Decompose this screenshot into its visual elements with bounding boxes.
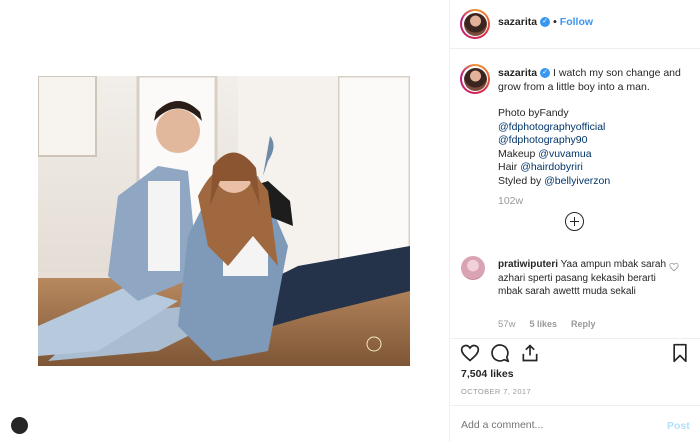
comment-body: pratiwiputeri Yaa ampun mbak sarah azhar… <box>498 258 678 299</box>
plus-circle-icon[interactable] <box>565 212 584 231</box>
heart-icon[interactable] <box>460 343 480 363</box>
add-comment-input[interactable] <box>461 419 641 431</box>
photo-illustration <box>38 76 410 366</box>
mention-bellyiverzon[interactable]: @bellyiverzon <box>544 175 610 187</box>
author-avatar[interactable] <box>460 9 490 39</box>
caption-hair-line: Hair @hairdobyriri <box>498 161 583 173</box>
commenter-username[interactable]: pratiwiputeri <box>498 259 558 270</box>
caption: sazarita ✓ I watch my son change and grow… <box>498 67 693 188</box>
comment-box-divider <box>450 405 700 406</box>
actions-divider <box>450 338 700 339</box>
corner-avatar[interactable] <box>11 417 28 434</box>
mention-fdphotography90[interactable]: @fdphotography90 <box>498 134 693 148</box>
caption-username[interactable]: sazarita <box>498 67 537 79</box>
post-photo[interactable] <box>38 76 410 366</box>
verified-badge-icon: ✓ <box>540 68 551 79</box>
action-bar <box>450 340 700 366</box>
header-divider <box>450 48 700 49</box>
comment-reply-button[interactable]: Reply <box>571 319 596 329</box>
post-side-panel: sazarita ✓ • Follow sazarita ✓ I watch my so… <box>450 0 700 442</box>
post-date[interactable]: OCTOBER 7, 2017 <box>461 387 531 396</box>
post-comment-button[interactable]: Post <box>667 420 690 432</box>
comment-icon[interactable] <box>490 343 510 363</box>
caption-styled-line: Styled by @bellyiverzon <box>498 174 611 187</box>
caption-avatar[interactable] <box>460 64 490 94</box>
separator-dot: • <box>553 16 557 28</box>
mention-hairdobyriri[interactable]: @hairdobyriri <box>520 161 583 173</box>
comment-meta: 57w 5 likes Reply <box>498 319 609 330</box>
share-icon[interactable] <box>520 343 540 363</box>
comment-likes[interactable]: 5 likes <box>529 319 557 329</box>
follow-button[interactable]: Follow <box>560 16 593 28</box>
caption-timestamp[interactable]: 102w <box>498 195 523 207</box>
likes-count[interactable]: 7,504 likes <box>461 368 514 380</box>
bookmark-icon[interactable] <box>670 343 690 363</box>
caption-photo-credit: Photo byFandy <box>498 107 569 119</box>
caption-makeup-line: Makeup @vuvamua <box>498 147 592 160</box>
post-header: sazarita ✓ • Follow <box>450 0 700 48</box>
header-user-row: sazarita ✓ • Follow <box>498 16 593 28</box>
author-username[interactable]: sazarita <box>498 16 537 28</box>
mention-fdphotographyofficial[interactable]: @fdphotographyofficial <box>498 121 693 135</box>
comment-timestamp[interactable]: 57w <box>498 319 515 330</box>
comment-heart-icon[interactable] <box>669 262 679 272</box>
verified-badge-icon: ✓ <box>540 17 551 28</box>
mention-vuvamua[interactable]: @vuvamua <box>538 148 591 160</box>
commenter-avatar[interactable] <box>461 256 485 280</box>
post-media-area <box>0 0 449 442</box>
